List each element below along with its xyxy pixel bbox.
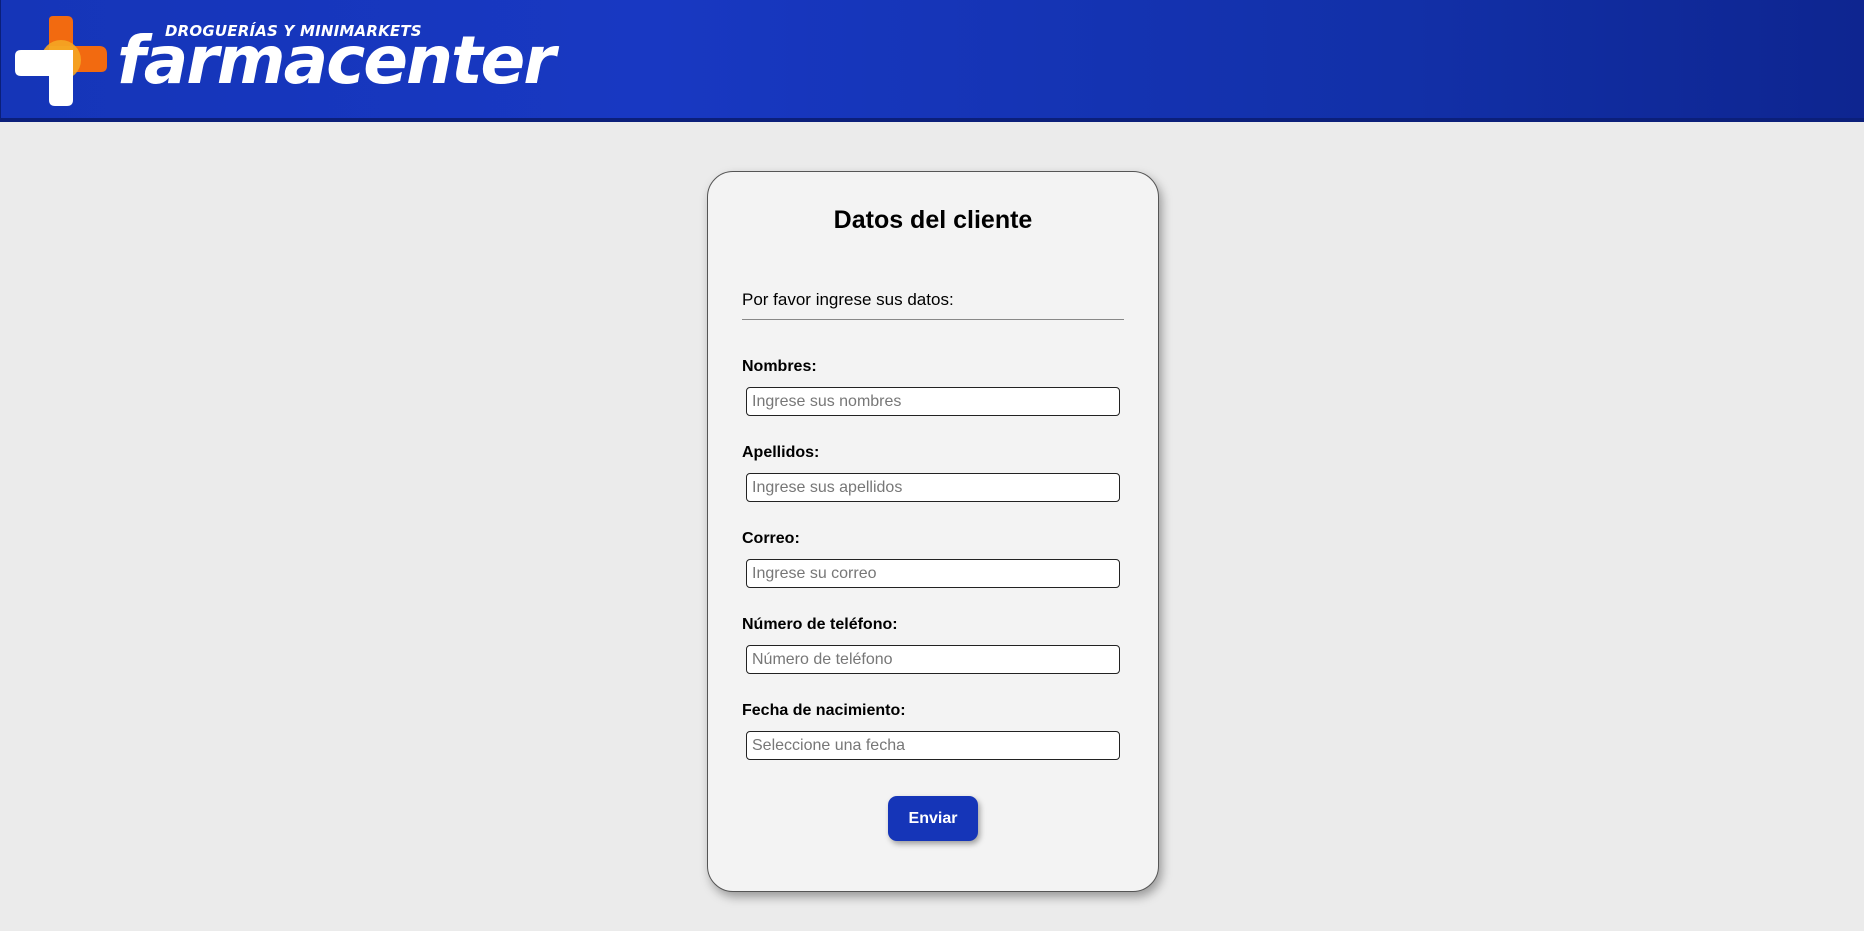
birthdate-label: Fecha de nacimiento: xyxy=(742,702,906,719)
last-name-input[interactable] xyxy=(746,473,1120,502)
form-intro: Por favor ingrese sus datos: xyxy=(742,290,954,309)
phone-input[interactable] xyxy=(746,645,1120,674)
phone-label: Número de teléfono: xyxy=(742,616,898,633)
submit-button[interactable]: Enviar xyxy=(888,796,978,841)
customer-form-card: Datos del cliente Por favor ingrese sus … xyxy=(707,171,1159,892)
brand-logo[interactable]: DROGUERÍAS Y MINIMARKETS farmacenter xyxy=(15,16,556,108)
medical-cross-icon xyxy=(15,16,107,106)
email-input[interactable] xyxy=(746,559,1120,588)
form-title: Datos del cliente xyxy=(833,206,1033,234)
last-name-label: Apellidos: xyxy=(742,444,820,461)
email-label: Correo: xyxy=(742,530,800,547)
brand-name: farmacenter xyxy=(117,22,556,99)
birthdate-input[interactable] xyxy=(746,731,1120,760)
divider xyxy=(742,319,1124,320)
first-name-label: Nombres: xyxy=(742,358,817,375)
first-name-input[interactable] xyxy=(746,387,1120,416)
site-header: DROGUERÍAS Y MINIMARKETS farmacenter xyxy=(0,0,1864,122)
